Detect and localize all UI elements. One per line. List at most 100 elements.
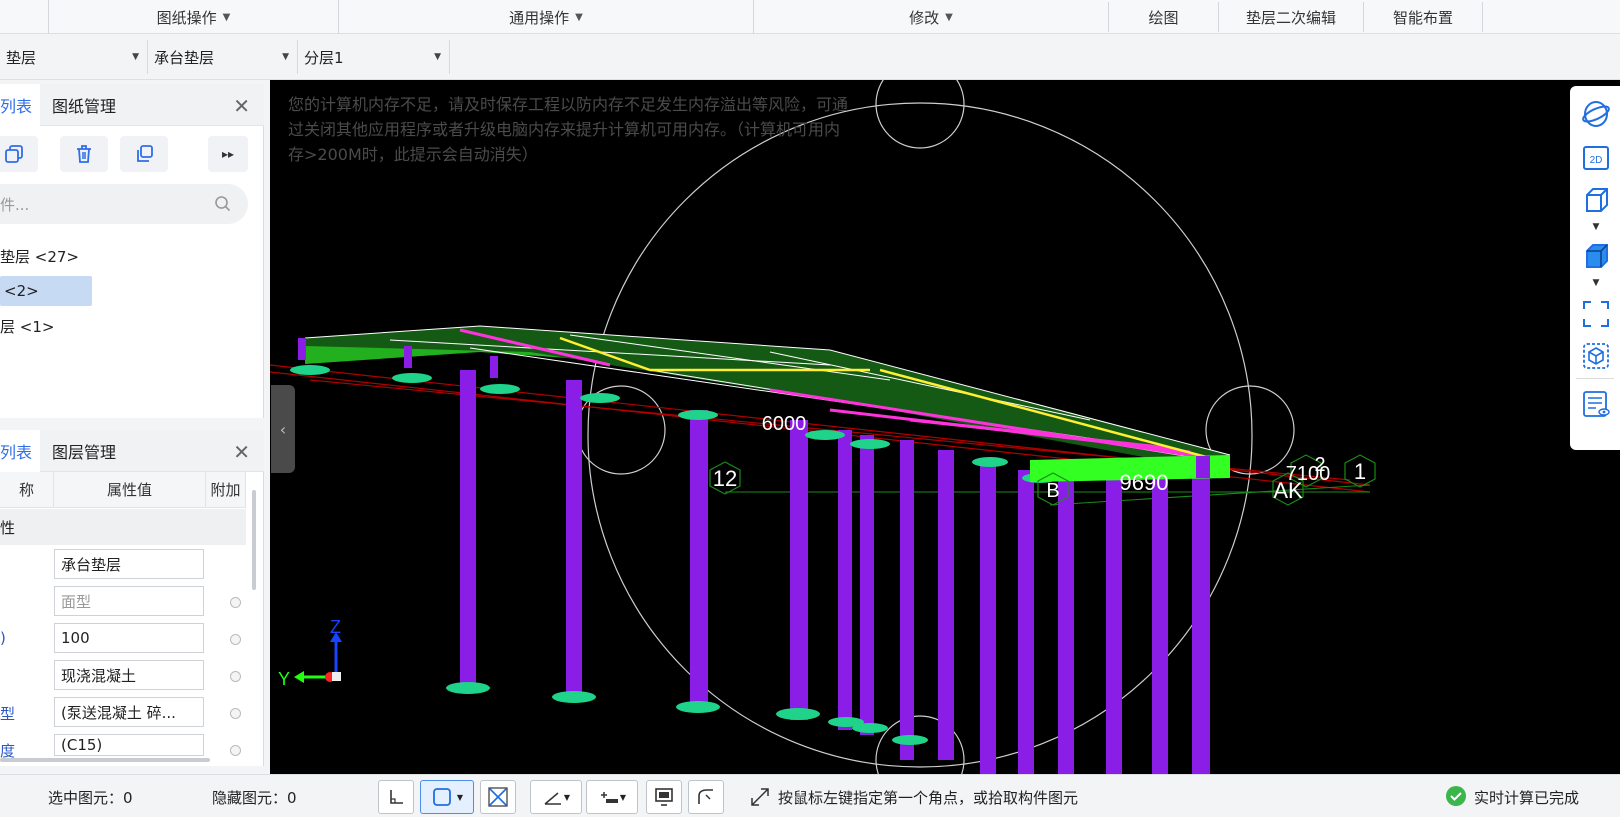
smart-layout-button[interactable]: 智能布置 [1363, 2, 1483, 32]
orbit-button[interactable] [1580, 98, 1612, 130]
double-chevron-right-icon: ▸▸ [221, 147, 235, 161]
property-label: ) [0, 629, 6, 647]
axis-label-ak: AK [1273, 478, 1303, 503]
duplicate-button[interactable] [120, 136, 168, 172]
tree-item-selected[interactable]: <2> [0, 276, 92, 306]
2d-view-icon: 2D [1583, 146, 1609, 170]
cross-select-button[interactable] [480, 780, 516, 814]
ortho-button[interactable] [378, 780, 414, 814]
fullscreen-button[interactable] [1580, 298, 1612, 330]
chevron-down-icon: ▼ [945, 11, 953, 23]
angle-snap-button[interactable]: ▼ [530, 780, 582, 814]
axis-gizmo: Z Y [278, 617, 342, 689]
dropdown-arrow-icon[interactable]: ▼ [1580, 220, 1612, 234]
offset-icon [600, 792, 618, 803]
3d-box-icon [1586, 188, 1608, 212]
draw-button[interactable]: 绘图 [1108, 2, 1218, 32]
close-icon[interactable]: ✕ [233, 94, 250, 118]
component-selector-bar: 垫层 ▼ 承台垫层 ▼ 分层1 ▼ [0, 34, 1620, 80]
property-label: 型 [0, 705, 16, 723]
tree-item-cushion[interactable]: 垫层 <27> [0, 241, 79, 271]
property-name-field[interactable]: 承台垫层 [54, 549, 204, 579]
scrollbar[interactable] [252, 490, 256, 590]
axis-y-label: Y [278, 669, 290, 689]
axis-z-label: Z [330, 617, 341, 637]
property-shape-field[interactable]: 面型 [54, 586, 204, 616]
fullscreen-icon [1583, 301, 1609, 327]
section-row[interactable]: 性 [0, 509, 246, 545]
cross-select-icon [488, 787, 508, 807]
ribbon-group-label: 图纸操作 [156, 8, 217, 27]
property-material-field[interactable]: 现浇混凝土 [54, 660, 204, 690]
calculation-status: 实时计算已完成 [1474, 789, 1580, 807]
monitor-icon [655, 788, 673, 806]
layer-select[interactable]: 分层1 ▼ [298, 40, 450, 74]
axis-label-b: B [1046, 480, 1059, 502]
angle-icon [544, 792, 561, 805]
dropdown-arrow-icon: ▼ [456, 792, 464, 802]
offset-snap-button[interactable]: ▼ [586, 780, 638, 814]
component-name-select[interactable]: 承台垫层 ▼ [148, 40, 298, 74]
duplicate-icon [137, 145, 153, 162]
axis-label-1: 1 [1354, 459, 1366, 484]
2d-view-button[interactable]: 2D [1580, 142, 1612, 174]
column-header-value: 属性值 [54, 472, 206, 508]
ortho-icon [390, 790, 403, 804]
component-type-select[interactable]: 垫层 ▼ [0, 40, 148, 74]
copy-icon [5, 145, 23, 163]
display-settings-button[interactable] [1580, 340, 1612, 372]
ribbon-group-label: 修改 [909, 8, 940, 27]
section-label: 性 [0, 518, 16, 537]
panel-collapse-handle[interactable]: ‹ [271, 385, 295, 473]
dimension-6000: 6000 [762, 413, 807, 435]
attach-checkbox[interactable] [230, 708, 241, 719]
property-thickness-field[interactable]: 100 [54, 623, 204, 653]
copy-button[interactable] [0, 136, 38, 172]
delete-button[interactable] [60, 136, 108, 172]
attach-checkbox[interactable] [230, 597, 241, 608]
attach-checkbox[interactable] [230, 745, 241, 756]
orbit-icon [1582, 101, 1610, 127]
chevron-left-icon: ‹ [279, 419, 287, 439]
screen-capture-button[interactable] [646, 780, 682, 814]
3d-view-button[interactable] [1580, 184, 1612, 216]
model-canvas: 12 B 9690 2 7100 1 AK 6000 Z Y [270, 80, 1376, 774]
cushion-secondary-edit-button[interactable]: 垫层二次编辑 [1218, 2, 1363, 32]
dropdown-arrow-icon[interactable]: ▼ [1580, 276, 1612, 290]
dropdown-arrow-icon: ▼ [563, 792, 571, 802]
attach-checkbox[interactable] [230, 671, 241, 682]
tab-drawing-management[interactable]: 图纸管理 [46, 84, 122, 126]
close-icon[interactable]: ✕ [233, 440, 250, 464]
layer-visibility-button[interactable] [1580, 388, 1612, 420]
tree-item-layer[interactable]: 层 <1> [0, 311, 54, 341]
view-toolbar: 2D ▼ ▼ [1570, 86, 1620, 450]
ribbon-group-drawing-ops[interactable]: 图纸操作 ▼ [48, 0, 338, 34]
layer-visibility-icon [1583, 391, 1610, 417]
attach-checkbox[interactable] [230, 634, 241, 645]
tab-property-list[interactable]: 列表 [0, 430, 40, 472]
panel-tabs: 列表 图层管理 ✕ [0, 430, 264, 472]
tab-component-list[interactable]: 列表 [0, 84, 40, 126]
status-bar: 选中图元：0 隐藏图元：0 ▼ ▼ ▼ 按鼠标左键指定第一个角点，或拾取构件图元… [0, 774, 1620, 817]
arc-button[interactable] [688, 780, 724, 814]
dimension-9690: 9690 [1120, 470, 1169, 495]
ribbon-group-common-ops[interactable]: 通用操作 ▼ [338, 0, 753, 34]
ribbon-group-modify[interactable]: 修改 ▼ [753, 0, 1108, 34]
ribbon-group-label: 通用操作 [509, 8, 570, 27]
tab-layer-management[interactable]: 图层管理 [46, 430, 122, 472]
trash-icon [77, 145, 91, 163]
properties-panel: 列表 图层管理 ✕ 称 属性值 附加 性 承台垫层 面型 ) 100 现浇混凝土… [0, 430, 264, 766]
3d-viewport[interactable]: 12 B 9690 2 7100 1 AK 6000 Z Y [270, 80, 1620, 774]
property-strength-field[interactable]: (C15) [54, 734, 204, 756]
memory-warning: 您的计算机内存不足，请及时保存工程以防内存不足发生内存溢出等风险，可通过关闭其他… [288, 95, 849, 164]
search-input[interactable]: 件... [0, 184, 248, 224]
dropdown-arrow-icon: ▼ [434, 52, 441, 62]
selected-count: 选中图元：0 [48, 789, 133, 807]
horizontal-scrollbar[interactable] [0, 758, 210, 762]
select-mode-button[interactable]: ▼ [420, 780, 474, 814]
solid-view-button[interactable] [1580, 240, 1612, 272]
more-button[interactable]: ▸▸ [208, 136, 248, 172]
divider [1576, 378, 1614, 379]
ribbon-bar: 图纸操作 ▼ 通用操作 ▼ 修改 ▼ 绘图 垫层二次编辑 智能布置 [0, 0, 1620, 34]
property-concrete-type-field[interactable]: (泵送混凝土 碎... [54, 697, 204, 727]
